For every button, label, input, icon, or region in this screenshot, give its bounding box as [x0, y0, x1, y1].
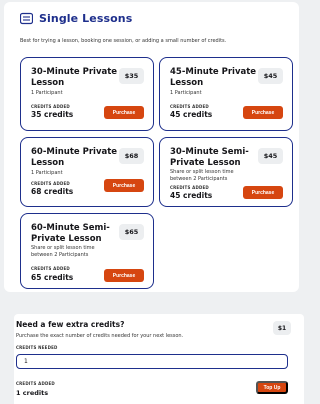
list-box-icon: [20, 12, 33, 25]
credits-value: 35 credits: [31, 110, 74, 119]
card-title: 60-Minute Semi-Private Lesson: [31, 223, 110, 244]
card-subtitle: Share or split lesson time between 2 Par…: [170, 169, 234, 182]
price-badge: $45: [258, 68, 283, 84]
credits-value: 45 credits: [170, 191, 213, 200]
section-description: Best for trying a lesson, booking one se…: [20, 38, 227, 44]
credits-needed-input[interactable]: [16, 354, 288, 369]
card-title: 60-Minute Private Lesson: [31, 147, 118, 168]
purchase-button[interactable]: Purchase: [104, 106, 144, 119]
lesson-card: 30-Minute Semi-Private Lesson $45 Share …: [159, 137, 293, 207]
purchase-button[interactable]: Purchase: [243, 106, 283, 119]
credits-value: 65 credits: [31, 273, 74, 282]
lesson-card: 60-Minute Private Lesson $68 1 Participa…: [20, 137, 154, 207]
lesson-card: 45-Minute Private Lesson $45 1 Participa…: [159, 57, 293, 131]
credits-added-value: 1 credits: [16, 389, 49, 397]
topup-price-badge: $1: [273, 321, 291, 335]
card-subtitle: Share or split lesson time between 2 Par…: [31, 245, 95, 258]
card-subtitle: 1 Participant: [31, 170, 63, 176]
topup-title: Need a few extra credits?: [16, 320, 125, 329]
topup-description: Purchase the exact number of credits nee…: [16, 333, 184, 339]
credits-label: CREDITS ADDED: [170, 104, 209, 109]
card-title: 30-Minute Private Lesson: [31, 67, 118, 88]
lesson-card: 30-Minute Private Lesson $35 1 Participa…: [20, 57, 154, 131]
credits-value: 45 credits: [170, 110, 213, 119]
top-up-button[interactable]: Top Up: [256, 381, 288, 394]
card-title: 45-Minute Private Lesson: [170, 67, 257, 88]
card-title: 30-Minute Semi-Private Lesson: [170, 147, 249, 168]
purchase-button[interactable]: Purchase: [243, 186, 283, 199]
price-badge: $45: [258, 148, 283, 164]
lesson-card: 60-Minute Semi-Private Lesson $65 Share …: [20, 213, 154, 289]
price-badge: $35: [119, 68, 144, 84]
credits-value: 68 credits: [31, 187, 74, 196]
card-subtitle: 1 Participant: [170, 90, 202, 96]
card-subtitle: 1 Participant: [31, 90, 63, 96]
credits-added-label: CREDITS ADDED: [16, 381, 55, 386]
credits-label: CREDITS ADDED: [170, 185, 209, 190]
purchase-button[interactable]: Purchase: [104, 269, 144, 282]
credits-needed-label: CREDITS NEEDED: [16, 345, 58, 350]
credits-label: CREDITS ADDED: [31, 266, 70, 271]
price-badge: $65: [119, 224, 144, 240]
credits-label: CREDITS ADDED: [31, 104, 70, 109]
section-title: Single Lessons: [39, 12, 133, 25]
credits-label: CREDITS ADDED: [31, 181, 70, 186]
purchase-button[interactable]: Purchase: [104, 179, 144, 192]
price-badge: $68: [119, 148, 144, 164]
section-header: Single Lessons: [20, 12, 132, 25]
